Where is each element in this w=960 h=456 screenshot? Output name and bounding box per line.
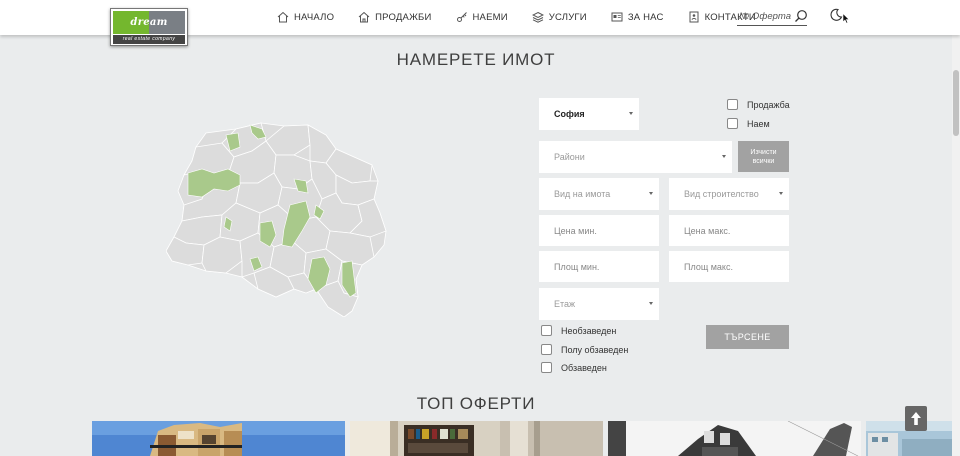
clear-all-label-line2: всички <box>752 158 775 165</box>
nav-item-label: ЗА НАС <box>627 11 664 23</box>
nav-item-label: УСЛУГИ <box>548 11 587 23</box>
furnishing-furnished[interactable]: Обзаведен <box>541 362 607 373</box>
rent-label: Наем <box>747 118 770 129</box>
price-min-placeholder: Цена мин. <box>554 226 597 236</box>
mouse-cursor-icon <box>842 11 850 24</box>
area-max-placeholder: Площ макс. <box>684 262 733 272</box>
deal-type-rent[interactable]: Наем <box>727 118 770 129</box>
area-max-input[interactable]: Площ макс. <box>669 251 789 282</box>
chevron-down-icon <box>649 302 653 305</box>
furnishing-semi-furnished[interactable]: Полу обзаведен <box>541 344 628 355</box>
nav-item-home[interactable]: НАЧАЛО <box>277 10 334 24</box>
chevron-down-icon <box>722 155 726 158</box>
sale-label: Продажба <box>747 99 790 110</box>
id-card-icon <box>611 11 623 23</box>
contacts-icon <box>688 11 700 23</box>
city-select-value: София <box>554 109 585 119</box>
price-max-placeholder: Цена макс. <box>684 226 731 236</box>
top-offers-title: ТОП ОФЕРТИ <box>416 394 536 413</box>
chevron-down-icon <box>779 192 783 195</box>
nav-item-label: ПРОДАЖБИ <box>375 11 432 23</box>
nav-item-label: НАЕМИ <box>472 11 508 23</box>
furnished-label: Обзаведен <box>561 362 607 373</box>
sale-checkbox[interactable] <box>727 99 738 110</box>
floor-select[interactable]: Етаж <box>539 288 659 320</box>
back-to-top-button[interactable] <box>905 406 927 431</box>
semi-furnished-label: Полу обзаведен <box>561 344 629 355</box>
area-min-placeholder: Площ мин. <box>554 262 600 272</box>
house-icon <box>358 11 370 23</box>
logo-wordmark: dream vision <box>113 11 185 45</box>
search-icon[interactable] <box>794 9 808 23</box>
nav-item-services[interactable]: УСЛУГИ <box>531 10 587 24</box>
sofia-districts-map[interactable] <box>166 121 396 317</box>
clear-all-label-line1: Изчисти <box>750 149 777 156</box>
offer-card-image[interactable] <box>608 421 861 456</box>
chevron-down-icon <box>649 192 653 195</box>
districts-select[interactable]: Райони <box>539 141 732 173</box>
main-nav: НАЧАЛО ПРОДАЖБИ НАЕМИ УСЛУГИ ЗА НАС КОНТ… <box>277 10 780 24</box>
construction-type-select[interactable]: Вид строителство <box>669 178 789 210</box>
unfurnished-checkbox[interactable] <box>541 325 552 336</box>
semi-furnished-checkbox[interactable] <box>541 344 552 355</box>
keys-icon <box>456 11 468 23</box>
property-type-placeholder: Вид на имота <box>554 189 611 199</box>
area-min-input[interactable]: Площ мин. <box>539 251 659 282</box>
arrow-up-icon <box>911 412 921 425</box>
property-type-select[interactable]: Вид на имота <box>539 178 659 210</box>
districts-placeholder: Райони <box>554 152 585 162</box>
offer-card-image[interactable] <box>92 421 345 456</box>
nav-item-about[interactable]: ЗА НАС <box>611 10 664 24</box>
floor-placeholder: Етаж <box>554 299 576 309</box>
clear-all-button[interactable]: Изчисти всички <box>738 141 789 172</box>
nav-item-rentals[interactable]: НАЕМИ <box>456 10 508 24</box>
find-property-title: НАМЕРЕТЕ ИМОТ <box>396 50 556 69</box>
logo-tagline: real estate company <box>113 35 185 44</box>
search-submit-button[interactable]: ТЪРСЕНЕ <box>706 325 789 349</box>
construction-type-placeholder: Вид строителство <box>684 189 759 199</box>
unfurnished-label: Необзаведен <box>561 325 617 336</box>
furnishing-unfurnished[interactable]: Необзаведен <box>541 325 616 336</box>
price-max-input[interactable]: Цена макс. <box>669 215 789 246</box>
price-min-input[interactable]: Цена мин. <box>539 215 659 246</box>
home-icon <box>277 11 289 23</box>
deal-type-sale[interactable]: Продажба <box>727 99 790 110</box>
company-logo[interactable]: dream vision real estate company <box>110 8 188 46</box>
furnished-checkbox[interactable] <box>541 362 552 373</box>
page-scrollbar-track[interactable] <box>952 0 960 456</box>
chevron-down-icon <box>629 112 633 115</box>
nav-item-sales[interactable]: ПРОДАЖБИ <box>358 10 431 24</box>
rent-checkbox[interactable] <box>727 118 738 129</box>
page-scrollbar-thumb[interactable] <box>953 70 959 136</box>
offer-card-image[interactable] <box>350 421 603 456</box>
moon-icon[interactable] <box>829 8 843 22</box>
layers-icon <box>531 11 544 23</box>
nav-item-label: НАЧАЛО <box>294 11 335 23</box>
city-select[interactable]: София <box>539 98 639 130</box>
